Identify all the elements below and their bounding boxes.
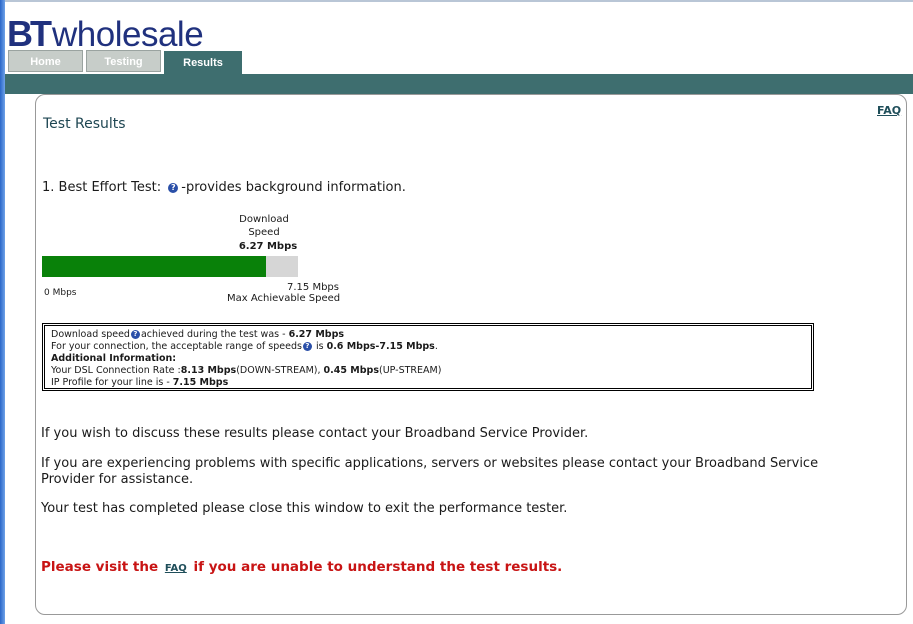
dsl-upstream-label: (UP-STREAM) <box>378 365 442 376</box>
download-speed-label: Download Speed <box>226 213 302 239</box>
info-range-mid: is <box>312 341 327 352</box>
tab-home[interactable]: Home <box>8 50 83 72</box>
max-speed-label: Max Achievable Speed <box>227 293 341 304</box>
best-effort-label: 1. Best Effort Test: <box>42 180 162 195</box>
logo-wholesale-text: wholesale <box>52 15 204 54</box>
nav-bar <box>5 74 913 94</box>
faq-notice-post: if you are unable to understand the test… <box>193 559 563 575</box>
contact-paragraph: If you wish to discuss these results ple… <box>41 426 589 441</box>
best-effort-heading: 1. Best Effort Test: ? -provides backgrou… <box>42 180 406 195</box>
logo-bt-text: BT <box>7 13 52 54</box>
speed-bar-fill <box>42 256 266 277</box>
tab-results[interactable]: Results <box>164 51 242 74</box>
info-download-mid: achieved during the test was - <box>140 329 289 340</box>
tab-testing[interactable]: Testing <box>86 50 161 72</box>
completed-paragraph: Your test has completed please close thi… <box>41 501 568 516</box>
min-speed-label: 0 Mbps <box>44 288 77 298</box>
faq-notice-pre: Please visit the <box>41 559 159 575</box>
faq-notice: Please visit the FAQ if you are unable t… <box>41 559 562 575</box>
help-icon[interactable]: ? <box>302 342 312 351</box>
info-line-range: For your connection, the acceptable rang… <box>51 341 805 353</box>
problems-paragraph: If you are experiencing problems with sp… <box>41 456 819 487</box>
info-range-value: 0.6 Mbps-7.15 Mbps <box>326 341 435 352</box>
info-download-value: 6.27 Mbps <box>288 329 345 340</box>
bt-wholesale-logo: BTwholesale <box>7 13 204 55</box>
download-label-line1: Download <box>239 214 289 225</box>
help-icon[interactable]: ? <box>130 330 140 339</box>
speed-bar-track <box>42 256 298 277</box>
info-line-ip-profile: IP Profile for your line is - 7.15 Mbps <box>51 377 805 389</box>
info-range-text: For your connection, the acceptable rang… <box>51 341 302 352</box>
best-effort-description: -provides background information. <box>181 180 406 195</box>
faq-link[interactable]: FAQ <box>877 104 901 117</box>
download-label-line2: Speed <box>248 227 280 238</box>
dsl-downstream-value: 8.13 Mbps <box>180 365 237 376</box>
dsl-rate-label: Your DSL Connection Rate : <box>51 365 181 376</box>
info-line-download: Download speed? achieved during the test … <box>51 329 805 341</box>
dsl-upstream-value: 0.45 Mbps <box>323 365 379 376</box>
page-title: Test Results <box>43 116 126 132</box>
additional-info-heading: Additional Information: <box>51 353 177 364</box>
info-range-end: . <box>434 341 438 352</box>
info-download-text: Download speed <box>51 329 130 340</box>
results-info-box: Download speed? achieved during the test … <box>42 323 814 391</box>
window-top-edge <box>5 0 913 2</box>
info-additional-heading: Additional Information: <box>51 353 805 365</box>
ip-profile-label: IP Profile for your line is - <box>51 377 173 388</box>
dsl-downstream-label: (DOWN-STREAM), <box>236 365 324 376</box>
help-icon[interactable]: ? <box>168 183 179 193</box>
info-line-dsl-rate: Your DSL Connection Rate :8.13 Mbps(DOWN… <box>51 365 805 377</box>
download-speed-value: 6.27 Mbps <box>238 241 298 252</box>
max-speed-value: 7.15 Mbps <box>287 282 339 293</box>
ip-profile-value: 7.15 Mbps <box>172 377 229 388</box>
faq-inline-link[interactable]: FAQ <box>165 563 187 574</box>
